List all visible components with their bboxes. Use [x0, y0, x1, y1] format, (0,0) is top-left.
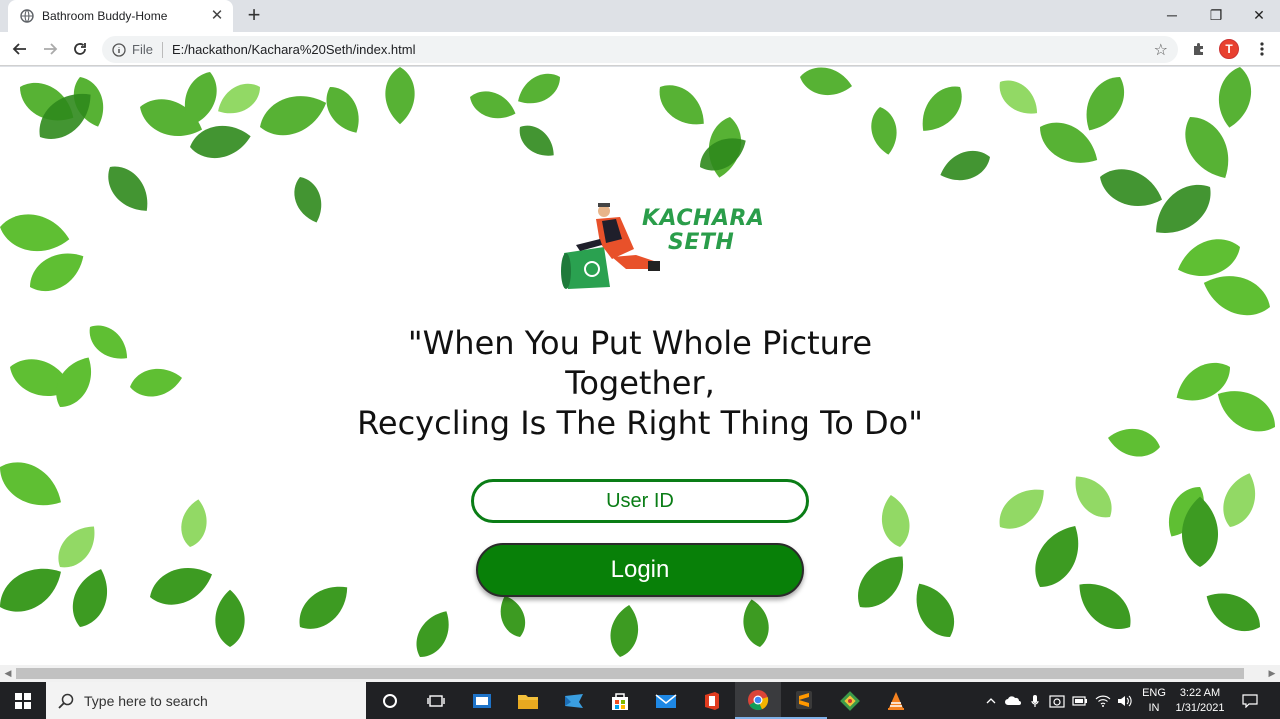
taskbar-app-sublime[interactable]	[781, 682, 827, 719]
sublime-icon	[796, 690, 812, 709]
microphone-icon[interactable]	[1026, 682, 1044, 719]
cortana-icon	[383, 693, 397, 708]
extensions-button[interactable]	[1187, 37, 1211, 61]
new-tab-button[interactable]: +	[243, 4, 265, 27]
windows-taskbar: Type here to search ENG IN 3:22 AM 1/31/…	[0, 682, 1280, 719]
clock-date: 1/31/2021	[1175, 702, 1225, 714]
tray-expand-icon[interactable]	[982, 682, 1000, 719]
logo-line-1: KACHARA	[642, 206, 765, 231]
puzzle-icon	[1194, 43, 1203, 55]
volume-icon[interactable]	[1115, 682, 1135, 719]
kebab-menu-icon	[1260, 42, 1264, 56]
search-placeholder: Type here to search	[84, 692, 208, 709]
bookmark-star-icon[interactable]: ☆	[1154, 40, 1168, 60]
wifi-icon[interactable]	[1093, 682, 1113, 719]
browser-tab[interactable]: Bathroom Buddy-Home ✕	[8, 0, 233, 32]
forward-button[interactable]	[38, 37, 62, 61]
address-separator	[161, 41, 163, 58]
scroll-right-icon[interactable]: ▶	[1264, 665, 1280, 682]
windows-logo-icon	[15, 692, 31, 709]
horizontal-scrollbar[interactable]: ◀ ▶	[0, 665, 1280, 682]
ribbon-app-icon	[565, 693, 583, 708]
taskbar-app-office[interactable]	[689, 682, 735, 719]
reload-icon	[74, 43, 86, 55]
logo-wordmark: KACHARA SETH	[642, 207, 764, 255]
taskbar-app-git[interactable]	[827, 682, 873, 719]
info-icon[interactable]	[112, 42, 126, 57]
browser-menu-button[interactable]	[1250, 37, 1274, 61]
user-id-input[interactable]	[471, 479, 809, 523]
globe-icon	[20, 9, 34, 23]
taskbar-app-ribbon[interactable]	[551, 682, 597, 719]
page-content: KACHARA SETH "When You Put Whole Picture…	[0, 67, 1280, 665]
scrollbar-thumb[interactable]	[16, 668, 1244, 679]
battery-icon[interactable]	[1070, 682, 1090, 719]
office-icon	[705, 691, 719, 710]
profile-avatar[interactable]: T	[1219, 39, 1239, 59]
minimize-button[interactable]: ─	[1150, 0, 1194, 30]
taskbar-app-mail[interactable]	[643, 682, 689, 719]
tab-strip: Bathroom Buddy-Home ✕ + ─ ❐ ✕	[0, 0, 1280, 32]
forward-arrow-icon	[44, 43, 58, 55]
cortana-button[interactable]	[367, 682, 413, 719]
address-url: E:/hackathon/Kachara%20Seth/index.html	[171, 42, 416, 57]
mail-icon	[655, 693, 677, 708]
start-button[interactable]	[0, 682, 46, 719]
onedrive-icon[interactable]	[1003, 682, 1023, 719]
system-clock[interactable]: 3:22 AM 1/31/2021	[1170, 682, 1230, 719]
address-bar[interactable]: File E:/hackathon/Kachara%20Seth/index.h…	[102, 36, 1178, 63]
chrome-icon	[748, 689, 769, 710]
lang-region: IN	[1148, 702, 1160, 714]
quote-line-2: Together,	[565, 364, 715, 402]
browser-toolbar: File E:/hackathon/Kachara%20Seth/index.h…	[0, 32, 1280, 66]
input-language[interactable]: ENG IN	[1138, 682, 1170, 719]
taskbar-app-store[interactable]	[597, 682, 643, 719]
page-viewport: KACHARA SETH "When You Put Whole Picture…	[0, 67, 1280, 665]
tab-title: Bathroom Buddy-Home	[42, 9, 168, 23]
back-arrow-icon	[12, 43, 26, 55]
lang-code: ENG	[1142, 687, 1166, 699]
scroll-left-icon[interactable]: ◀	[0, 665, 16, 682]
logo-line-2: SETH	[668, 230, 735, 255]
quote-line-1: "When You Put Whole Picture	[407, 324, 873, 362]
notifications-icon[interactable]	[1236, 682, 1264, 719]
vlc-icon	[888, 691, 904, 710]
git-icon	[840, 690, 860, 711]
taskbar-app-explorer[interactable]	[505, 682, 551, 719]
taskbar-app-calculator[interactable]	[459, 682, 505, 719]
store-icon	[612, 692, 628, 710]
login-button[interactable]: Login	[476, 543, 804, 597]
reload-button[interactable]	[68, 37, 92, 61]
search-icon	[58, 693, 74, 709]
taskbar-search-box[interactable]: Type here to search	[46, 682, 366, 719]
task-view-icon	[427, 694, 445, 707]
quote-line-3: Recycling Is The Right Thing To Do"	[357, 404, 923, 442]
calculator-icon	[473, 693, 491, 708]
task-view-button[interactable]	[413, 682, 459, 719]
clock-time: 3:22 AM	[1179, 687, 1221, 699]
tagline-quote: "When You Put Whole Picture Together, Re…	[320, 323, 960, 443]
back-button[interactable]	[8, 37, 32, 61]
tab-close-icon[interactable]: ✕	[209, 8, 225, 24]
camera-icon[interactable]	[1047, 682, 1067, 719]
address-scheme-label: File	[132, 42, 153, 57]
taskbar-app-chrome[interactable]	[735, 682, 781, 719]
taskbar-app-vlc[interactable]	[873, 682, 919, 719]
close-window-button[interactable]: ✕	[1237, 0, 1280, 30]
file-explorer-icon	[518, 694, 538, 709]
restore-button[interactable]: ❐	[1194, 0, 1238, 30]
